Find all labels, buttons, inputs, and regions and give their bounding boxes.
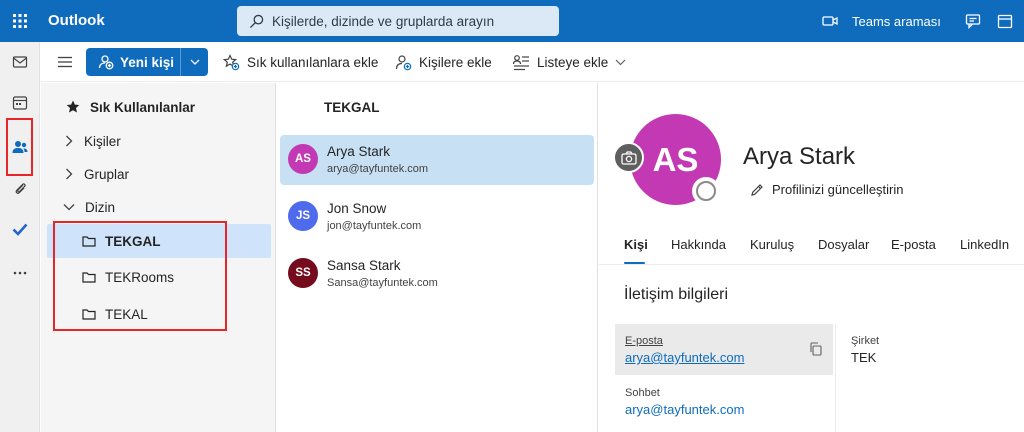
- directory-label: Dizin: [85, 199, 116, 215]
- contact-list-pane: TEKGAL AS Arya Stark arya@tayfuntek.com …: [277, 83, 598, 432]
- add-favorites-button[interactable]: Sık kullanılanlara ekle: [223, 42, 378, 82]
- tab-email[interactable]: E-posta: [891, 237, 936, 252]
- tab-linkedin[interactable]: LinkedIn: [960, 237, 1009, 252]
- folder-pane: Sık Kullanılanlar Kişiler Gruplar Dizin …: [41, 83, 276, 432]
- list-item[interactable]: AS Arya Stark arya@tayfuntek.com: [280, 135, 594, 185]
- outlook-people-app: Outlook Kişilerde, dizinde ve gruplarda …: [0, 0, 1024, 432]
- add-to-list-button[interactable]: Listeye ekle: [513, 42, 626, 82]
- groups-label: Gruplar: [84, 166, 130, 182]
- contacts-item[interactable]: Kişiler: [41, 124, 276, 158]
- contact-email: arya@tayfuntek.com: [327, 163, 429, 175]
- avatar: JS: [288, 201, 318, 231]
- tab-files[interactable]: Dosyalar: [818, 237, 869, 252]
- attachment-icon[interactable]: [0, 173, 40, 203]
- groups-item[interactable]: Gruplar: [41, 157, 276, 191]
- contacts-label: Kişiler: [84, 133, 121, 149]
- tab-organization[interactable]: Kuruluş: [750, 237, 794, 252]
- todo-icon[interactable]: [0, 214, 40, 244]
- app-rail: [0, 42, 40, 432]
- tab-about[interactable]: Hakkında: [671, 237, 726, 252]
- contact-name: Arya Stark: [327, 144, 391, 159]
- tab-contact[interactable]: Kişi: [624, 237, 648, 252]
- contact-email: Sansa@tayfuntek.com: [327, 277, 438, 289]
- favorites-label: Sık Kullanılanlar: [90, 99, 196, 115]
- chevron-down-icon: [615, 59, 626, 65]
- video-call-icon: [822, 16, 838, 26]
- folders-highlight-box: [53, 221, 227, 331]
- add-favorites-label: Sık kullanılanlara ekle: [247, 54, 379, 70]
- add-to-list-label: Listeye ekle: [537, 54, 609, 70]
- active-tab-indicator: [624, 262, 645, 264]
- directory-item[interactable]: Dizin: [41, 190, 276, 224]
- person-add-icon: [395, 54, 412, 70]
- camera-icon[interactable]: [613, 142, 644, 173]
- copy-icon[interactable]: [809, 342, 823, 356]
- add-contacts-label: Kişilere ekle: [419, 54, 492, 70]
- avatar: SS: [288, 258, 318, 288]
- teams-call-label: Teams araması: [852, 13, 941, 29]
- new-contact-button[interactable]: Yeni kişi: [86, 48, 208, 76]
- profile-name: Arya Stark: [743, 143, 856, 170]
- company-field-label: Şirket: [851, 335, 880, 347]
- avatar: AS: [288, 144, 318, 174]
- new-contact-label: Yeni kişi: [120, 54, 175, 70]
- calendar-rail-icon[interactable]: [0, 88, 40, 118]
- contact-name: Jon Snow: [327, 201, 387, 216]
- app-name[interactable]: Outlook: [48, 12, 105, 29]
- star-add-icon: [223, 53, 240, 70]
- search-placeholder: Kişilerde, dizinde ve gruplarda arayın: [272, 13, 495, 29]
- teams-call-button[interactable]: Teams araması: [822, 0, 941, 42]
- mail-icon[interactable]: [0, 47, 40, 77]
- detail-tabs: Kişi Hakkında Kuruluş Dosyalar E-posta L…: [599, 229, 1024, 265]
- contact-info-title: İletişim bilgileri: [624, 286, 729, 303]
- presence-status-icon: [692, 177, 720, 205]
- people-highlight-box: [6, 118, 33, 176]
- list-item[interactable]: SS Sansa Stark Sansa@tayfuntek.com: [280, 249, 594, 299]
- list-item[interactable]: JS Jon Snow jon@tayfuntek.com: [280, 192, 594, 242]
- search-icon: [249, 14, 264, 28]
- hamburger-menu-icon[interactable]: [55, 52, 75, 72]
- field-divider: [835, 324, 836, 432]
- chevron-right-icon: [66, 135, 73, 147]
- contact-name: Sansa Stark: [327, 258, 401, 273]
- contact-email: jon@tayfuntek.com: [327, 220, 422, 232]
- list-add-icon: [513, 54, 529, 70]
- edit-pencil-icon: [751, 183, 763, 196]
- more-apps-icon[interactable]: [0, 258, 40, 288]
- email-field-value[interactable]: arya@tayfuntek.com: [625, 350, 744, 365]
- update-profile-label: Profilinizi güncelleştirin: [772, 182, 904, 197]
- add-person-icon: [98, 55, 114, 70]
- favorites-item[interactable]: Sık Kullanılanlar: [41, 90, 276, 124]
- app-launcher-icon[interactable]: [0, 0, 40, 42]
- star-icon: [66, 100, 80, 113]
- chevron-right-icon: [66, 168, 73, 180]
- chat-icon[interactable]: [958, 0, 988, 42]
- chat-field-value[interactable]: arya@tayfuntek.com: [625, 402, 744, 417]
- search-input[interactable]: Kişilerde, dizinde ve gruplarda arayın: [237, 6, 559, 36]
- chat-field-label: Sohbet: [625, 387, 660, 399]
- company-field-value: TEK: [851, 350, 877, 365]
- update-profile-link[interactable]: Profilinizi güncelleştirin: [750, 182, 904, 197]
- email-field-label: E-posta: [625, 335, 663, 347]
- list-title: TEKGAL: [324, 100, 380, 115]
- top-bar: Outlook Kişilerde, dizinde ve gruplarda …: [0, 0, 1024, 42]
- contact-detail-pane: AS Arya Stark Profilinizi güncelleştirin…: [599, 83, 1024, 432]
- add-contacts-button[interactable]: Kişilere ekle: [395, 42, 492, 82]
- chevron-down-icon: [63, 204, 75, 211]
- command-bar: Yeni kişi Sık kullanılanlara ekle Kişile…: [41, 42, 1024, 82]
- calendar-icon[interactable]: [990, 0, 1020, 42]
- new-contact-dropdown-icon[interactable]: [181, 59, 208, 65]
